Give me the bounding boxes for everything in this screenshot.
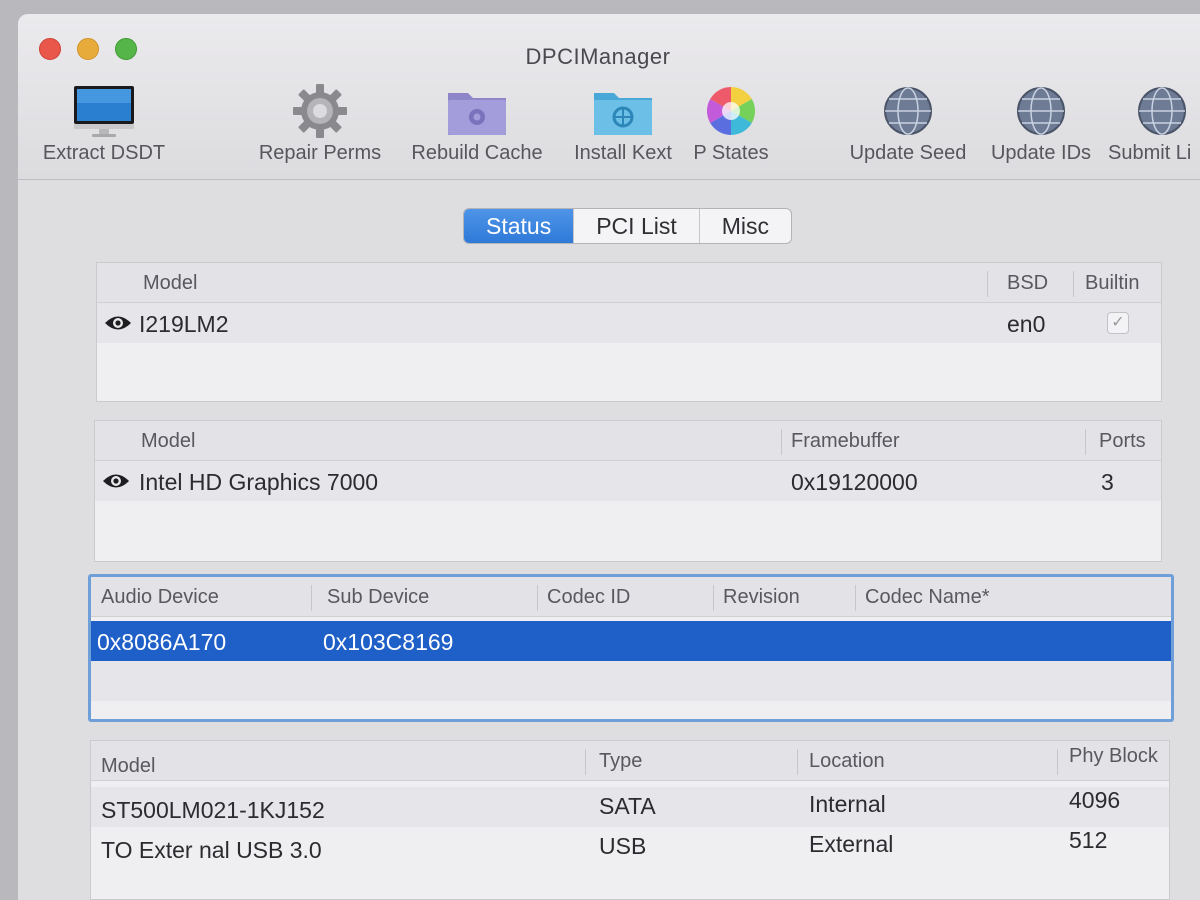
title-bar: DPCIManager Extract DSDT Repair Perms Re…: [18, 14, 1200, 180]
network-table[interactable]: Model BSD Builtin I219LM2 en0 ✓: [96, 262, 1162, 402]
audio-sub-device-id: 0x103C8169: [323, 629, 454, 655]
table-row[interactable]: Intel HD Graphics 7000 0x19120000 3: [95, 461, 1161, 501]
toolbar-label: Update IDs: [990, 142, 1092, 164]
toolbar-label: P States: [693, 142, 769, 164]
tab-misc[interactable]: Misc: [698, 209, 791, 243]
submit-list-button[interactable]: Submit Li: [1108, 80, 1200, 165]
imac-icon: [34, 80, 174, 142]
storage-phy-block: 4096: [1069, 787, 1121, 813]
column-header-bsd[interactable]: BSD: [1007, 272, 1048, 295]
toolbar-label: Extract DSDT: [42, 142, 166, 164]
graphics-framebuffer: 0x19120000: [791, 469, 918, 495]
column-header-revision[interactable]: Revision: [723, 586, 800, 609]
app-window: DPCIManager Extract DSDT Repair Perms Re…: [18, 14, 1200, 900]
table-row[interactable]: ST500LM021-1KJ152 SATA Internal 4096: [91, 787, 1169, 827]
storage-model: TO Exter nal USB 3.0: [101, 837, 322, 863]
tab-pci-list[interactable]: PCI List: [573, 209, 699, 243]
kext-folder-icon: [563, 80, 683, 142]
gear-icon: [248, 80, 392, 142]
toolbar-label: Rebuild Cache: [411, 142, 543, 164]
storage-phy-block: 512: [1069, 827, 1108, 853]
table-row[interactable]: TO Exter nal USB 3.0 USB External 512: [91, 827, 1169, 867]
toolbar-label: Submit Li: [1108, 142, 1192, 164]
tab-status[interactable]: Status: [464, 209, 574, 243]
table-header: Model Type Location Phy Block: [91, 741, 1169, 781]
rebuild-cache-button[interactable]: Rebuild Cache: [404, 80, 550, 165]
graphics-ports: 3: [1101, 469, 1114, 495]
toolbar-label: Install Kext: [574, 142, 672, 164]
table-row-selected[interactable]: 0x8086A170 0x103C8169: [91, 621, 1171, 661]
empty-row: [95, 501, 1161, 541]
column-header-sub-device[interactable]: Sub Device: [327, 586, 429, 609]
column-header-phy-block[interactable]: Phy Block: [1069, 745, 1158, 768]
storage-table[interactable]: Model Type Location Phy Block ST500LM021…: [90, 740, 1170, 900]
column-header-location[interactable]: Location: [809, 750, 885, 773]
network-globe-icon: [844, 80, 972, 142]
eye-icon[interactable]: [103, 312, 133, 334]
graphics-model: Intel HD Graphics 7000: [139, 469, 379, 495]
column-header-model[interactable]: Model: [141, 430, 195, 453]
gear-folder-icon: [404, 80, 550, 142]
column-header-codec-id[interactable]: Codec ID: [547, 586, 630, 609]
network-bsd: en0: [1007, 311, 1046, 337]
table-header: Model BSD Builtin: [97, 263, 1161, 303]
empty-row: [97, 343, 1161, 383]
network-globe-icon: [986, 80, 1096, 142]
repair-perms-button[interactable]: Repair Perms: [248, 80, 392, 165]
update-seed-button[interactable]: Update Seed: [844, 80, 972, 165]
column-header-type[interactable]: Type: [599, 750, 642, 773]
column-header-codec-name[interactable]: Codec Name*: [865, 586, 990, 609]
status-content: Status PCI List Misc Model BSD Builtin I…: [18, 180, 1200, 900]
storage-location: External: [809, 831, 894, 857]
network-globe-icon: [1108, 80, 1200, 142]
storage-location: Internal: [809, 791, 886, 817]
p-states-button[interactable]: P States: [686, 80, 776, 165]
storage-type: SATA: [599, 793, 656, 819]
table-header: Audio Device Sub Device Codec ID Revisio…: [91, 577, 1171, 617]
tab-bar: Status PCI List Misc: [463, 208, 793, 244]
column-header-model[interactable]: Model: [101, 755, 155, 778]
toolbar-label: Repair Perms: [258, 142, 382, 164]
column-header-ports[interactable]: Ports: [1099, 430, 1146, 453]
table-row[interactable]: I219LM2 en0 ✓: [97, 303, 1161, 343]
window-title: DPCIManager: [525, 44, 671, 69]
extract-dsdt-button[interactable]: Extract DSDT: [34, 80, 174, 165]
audio-table[interactable]: Audio Device Sub Device Codec ID Revisio…: [88, 574, 1174, 722]
storage-model: ST500LM021-1KJ152: [101, 797, 325, 823]
column-header-framebuffer[interactable]: Framebuffer: [791, 430, 900, 453]
update-ids-button[interactable]: Update IDs: [986, 80, 1096, 165]
color-wheel-icon: [686, 80, 776, 142]
column-header-audio-device[interactable]: Audio Device: [101, 586, 219, 609]
table-header: Model Framebuffer Ports: [95, 421, 1161, 461]
builtin-checkbox[interactable]: ✓: [1107, 312, 1129, 334]
column-header-builtin[interactable]: Builtin: [1085, 272, 1139, 295]
toolbar-label: Update Seed: [849, 142, 967, 164]
audio-device-id: 0x8086A170: [97, 629, 227, 655]
empty-row: [91, 661, 1171, 701]
eye-icon[interactable]: [101, 470, 131, 492]
column-header-model[interactable]: Model: [143, 272, 197, 295]
graphics-table[interactable]: Model Framebuffer Ports Intel HD Graphic…: [94, 420, 1162, 562]
install-kext-button[interactable]: Install Kext: [563, 80, 683, 165]
network-model: I219LM2: [139, 311, 229, 337]
storage-type: USB: [599, 833, 647, 859]
